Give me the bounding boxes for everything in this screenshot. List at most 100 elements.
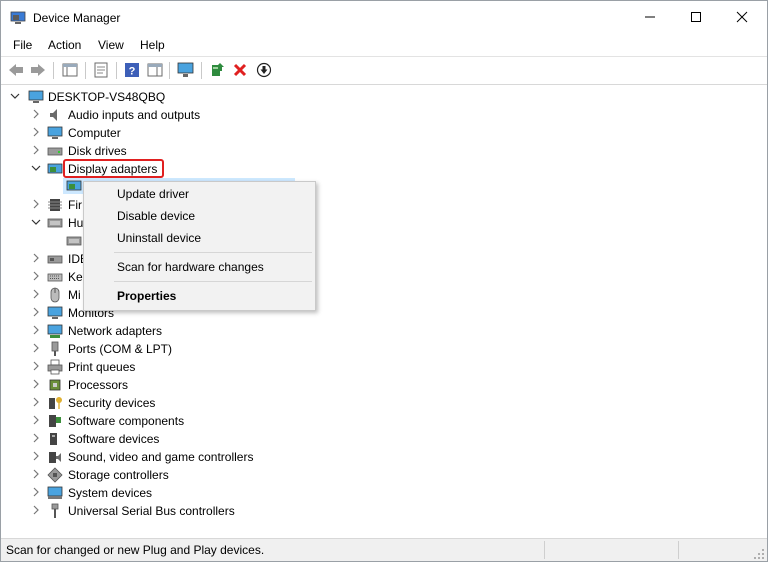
menu-help[interactable]: Help xyxy=(140,38,165,52)
properties-toolbar-button[interactable] xyxy=(92,61,110,79)
tree-label: Software devices xyxy=(68,432,160,446)
monitor-icon xyxy=(47,306,63,319)
scan-hardware-menu-item[interactable]: Scan for hardware changes xyxy=(117,260,264,274)
chevron-right-icon[interactable] xyxy=(31,451,41,461)
update-driver-menu-item[interactable]: Update driver xyxy=(117,187,189,201)
minimize-button[interactable] xyxy=(627,1,673,33)
tree-item-print-queues[interactable]: Print queues xyxy=(1,358,767,376)
action-pane-button[interactable] xyxy=(146,61,164,79)
chevron-down-icon[interactable] xyxy=(10,91,20,101)
minimize-icon xyxy=(645,16,655,18)
storage-controller-icon xyxy=(47,467,63,483)
tree-label: Fir xyxy=(68,198,82,212)
close-button[interactable] xyxy=(719,1,765,33)
menu-view[interactable]: View xyxy=(98,38,124,52)
chevron-right-icon[interactable] xyxy=(31,145,41,155)
chevron-right-icon[interactable] xyxy=(31,397,41,407)
tree-item-network-adapters[interactable]: Network adapters xyxy=(1,322,767,340)
chevron-right-icon[interactable] xyxy=(31,307,41,317)
window-title: Device Manager xyxy=(33,11,121,25)
red-x-icon xyxy=(233,63,247,77)
chevron-right-icon[interactable] xyxy=(31,127,41,137)
chevron-right-icon[interactable] xyxy=(31,433,41,443)
software-device-icon xyxy=(50,433,57,445)
chevron-right-icon[interactable] xyxy=(31,289,41,299)
hid-device-icon xyxy=(66,236,82,246)
tree-item-ports[interactable]: Ports (COM & LPT) xyxy=(1,340,767,358)
chevron-right-icon[interactable] xyxy=(31,271,41,281)
printer-icon xyxy=(47,359,63,375)
tree-root-item[interactable]: DESKTOP-VS48QBQ xyxy=(1,88,767,106)
chevron-right-icon[interactable] xyxy=(31,505,41,515)
chip-icon xyxy=(48,199,62,211)
chevron-right-icon[interactable] xyxy=(31,415,41,425)
tree-label: Storage controllers xyxy=(68,468,169,482)
tree-label: Network adapters xyxy=(68,324,163,338)
tree-item-disk-drives[interactable]: Disk drives xyxy=(1,142,767,160)
resize-grip-icon[interactable] xyxy=(753,548,765,560)
properties-menu-item[interactable]: Properties xyxy=(117,289,176,303)
toolbar: ? xyxy=(1,56,767,85)
tree-label: Disk drives xyxy=(68,144,127,158)
chevron-right-icon[interactable] xyxy=(31,379,41,389)
status-text: Scan for changed or new Plug and Play de… xyxy=(6,543,265,557)
uninstall-device-button[interactable] xyxy=(231,61,249,79)
device-manager-window: Device Manager File Action View Help ? D… xyxy=(0,0,768,562)
menu-file[interactable]: File xyxy=(13,38,32,52)
tree-item-sound-video[interactable]: Sound, video and game controllers xyxy=(1,448,767,466)
tree-item-software-components[interactable]: Software components xyxy=(1,412,767,430)
tree-item-storage-controllers[interactable]: Storage controllers xyxy=(1,466,767,484)
tree-label: DESKTOP-VS48QBQ xyxy=(48,90,166,104)
chevron-down-icon[interactable] xyxy=(31,163,41,173)
toolbar-separator xyxy=(53,62,54,79)
back-button[interactable] xyxy=(7,61,25,79)
chevron-right-icon[interactable] xyxy=(31,469,41,479)
menu-action[interactable]: Action xyxy=(48,38,81,52)
tree-item-usb-controllers[interactable]: Universal Serial Bus controllers xyxy=(1,502,767,520)
chevron-right-icon[interactable] xyxy=(31,199,41,209)
network-adapter-icon xyxy=(47,324,63,338)
sound-controller-icon xyxy=(49,452,61,463)
chevron-right-icon[interactable] xyxy=(31,487,41,497)
toolbar-separator xyxy=(85,62,86,79)
help-button[interactable]: ? xyxy=(123,61,141,79)
tree-label: Security devices xyxy=(68,396,156,410)
tree-item-system-devices[interactable]: System devices xyxy=(1,484,767,502)
show-hide-console-tree-button[interactable] xyxy=(61,61,79,79)
tree-item-security-devices[interactable]: Security devices xyxy=(1,394,767,412)
tree-item-software-devices[interactable]: Software devices xyxy=(1,430,767,448)
down-arrow-circle-icon xyxy=(256,62,272,78)
forward-button[interactable] xyxy=(29,61,47,79)
properties-sheet-icon xyxy=(94,62,108,78)
system-device-icon xyxy=(47,486,63,499)
menu-separator xyxy=(114,281,312,282)
port-icon xyxy=(51,341,59,356)
usb-icon xyxy=(51,503,59,518)
chevron-right-icon[interactable] xyxy=(31,109,41,119)
update-driver-button[interactable] xyxy=(209,61,227,79)
chevron-right-icon[interactable] xyxy=(31,343,41,353)
tree-item-processors[interactable]: Processors xyxy=(1,376,767,394)
uninstall-device-menu-item[interactable]: Uninstall device xyxy=(117,231,201,245)
scan-hardware-button[interactable] xyxy=(177,61,195,79)
menu-separator xyxy=(114,252,312,253)
keyboard-icon xyxy=(47,273,63,282)
software-component-icon xyxy=(49,415,61,427)
chevron-right-icon[interactable] xyxy=(31,361,41,371)
disk-drive-icon xyxy=(47,147,63,156)
chevron-right-icon[interactable] xyxy=(31,325,41,335)
tree-item-audio[interactable]: Audio inputs and outputs xyxy=(1,106,767,124)
maximize-button[interactable] xyxy=(673,1,719,33)
tree-label: Universal Serial Bus controllers xyxy=(68,504,235,518)
computer-icon xyxy=(28,90,44,103)
tree-item-computer[interactable]: Computer xyxy=(1,124,767,142)
disable-device-button[interactable] xyxy=(255,61,273,79)
disable-device-menu-item[interactable]: Disable device xyxy=(117,209,195,223)
toolbar-separator xyxy=(116,62,117,79)
chevron-right-icon[interactable] xyxy=(31,253,41,263)
maximize-icon xyxy=(691,12,701,22)
mouse-icon xyxy=(50,287,60,303)
chevron-down-icon[interactable] xyxy=(31,217,41,227)
title-bar: Device Manager xyxy=(1,1,767,35)
monitor-icon xyxy=(47,126,63,139)
